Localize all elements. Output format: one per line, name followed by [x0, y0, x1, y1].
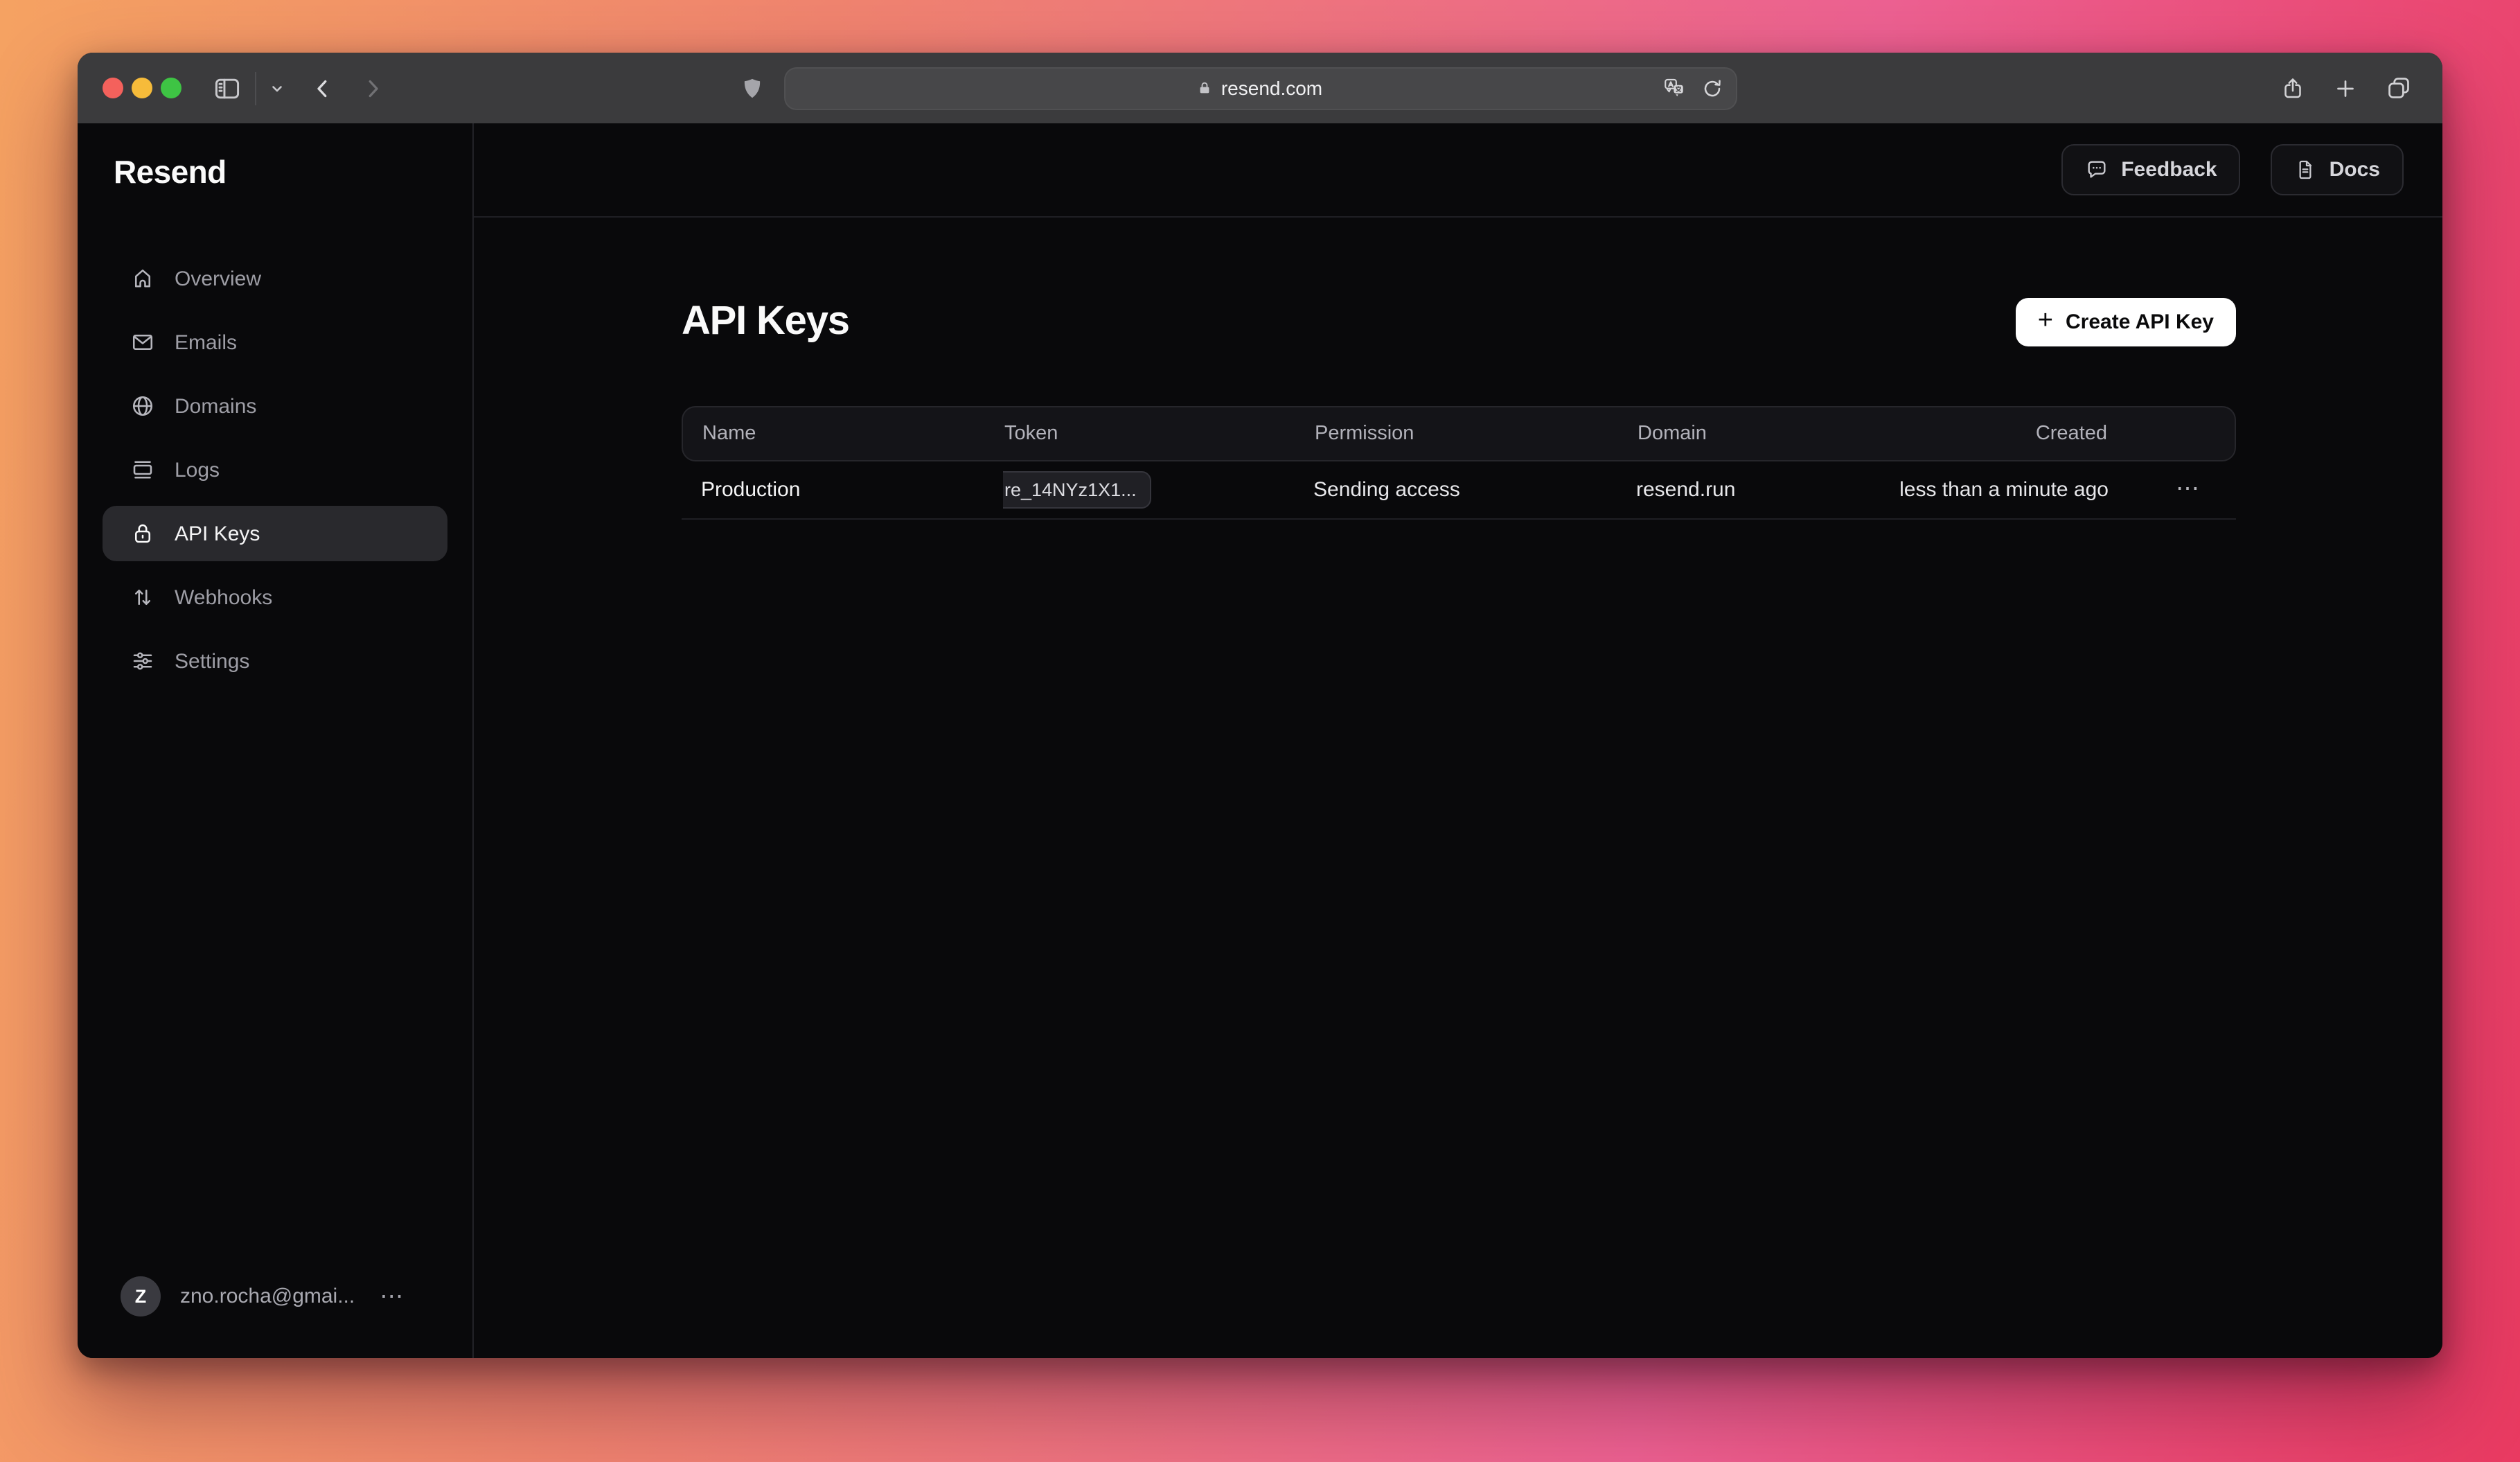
plus-icon: + — [2038, 308, 2053, 335]
column-header-token: Token — [1004, 423, 1315, 445]
table-header: Name Token Permission Domain Created — [682, 406, 2236, 461]
avatar[interactable]: Z — [121, 1276, 161, 1316]
translate-icon[interactable] — [1660, 76, 1687, 100]
row-actions-menu-icon[interactable]: ⋯ — [2139, 476, 2236, 504]
sidebar-item-logs[interactable]: Logs — [103, 442, 447, 497]
sidebar-nav: Overview Emails — [103, 251, 447, 689]
document-icon — [2295, 158, 2317, 182]
sidebar-item-webhooks[interactable]: Webhooks — [103, 570, 447, 625]
top-header: Feedback Docs — [474, 123, 2442, 218]
zoom-window-button[interactable] — [161, 78, 181, 98]
create-api-key-label: Create API Key — [2066, 311, 2214, 335]
mail-icon — [130, 330, 155, 355]
sidebar-toggle-icon[interactable] — [212, 73, 242, 103]
sidebar-item-overview[interactable]: Overview — [103, 251, 447, 306]
sidebar-item-label: Settings — [175, 649, 249, 673]
account-row[interactable]: Z zno.rocha@gmai... ⋯ — [103, 1276, 447, 1316]
account-email: zno.rocha@gmai... — [180, 1285, 355, 1308]
sidebar-item-domains[interactable]: Domains — [103, 378, 447, 434]
minimize-window-button[interactable] — [132, 78, 152, 98]
sidebar-item-emails[interactable]: Emails — [103, 315, 447, 370]
sidebar-item-label: Emails — [175, 331, 237, 354]
api-keys-table: Name Token Permission Domain Created Pro… — [682, 406, 2236, 520]
sidebar-item-label: API Keys — [175, 522, 260, 545]
url-text: resend.com — [1221, 77, 1322, 99]
stage: resend.com — [0, 0, 2520, 1462]
browser-titlebar: resend.com — [78, 53, 2442, 123]
tab-overview-icon[interactable] — [2386, 75, 2412, 101]
api-key-permission: Sending access — [1313, 478, 1636, 502]
column-header-domain: Domain — [1638, 423, 1887, 445]
page-title: API Keys — [682, 300, 849, 346]
traffic-lights — [103, 78, 181, 98]
chevron-down-icon[interactable] — [269, 80, 285, 96]
sidebar: Resend Overview — [78, 123, 474, 1358]
sidebar-item-label: Domains — [175, 394, 256, 418]
sidebar-item-label: Overview — [175, 267, 261, 290]
docs-button-label: Docs — [2330, 158, 2380, 182]
browser-window: resend.com — [78, 53, 2442, 1358]
logs-icon — [130, 457, 155, 482]
api-key-created: less than a minute ago — [1885, 478, 2139, 502]
privacy-shield-icon[interactable] — [740, 74, 765, 102]
resend-logo: Resend — [103, 154, 447, 191]
account-menu-icon[interactable]: ⋯ — [380, 1285, 403, 1308]
create-api-key-button[interactable]: + Create API Key — [2016, 299, 2236, 347]
reload-icon[interactable] — [1701, 77, 1723, 99]
forward-button[interactable] — [360, 76, 385, 100]
api-key-name: Production — [682, 478, 1003, 502]
new-tab-icon[interactable] — [2333, 76, 2358, 100]
api-key-token-cell: re_14NYz1X1... — [1003, 471, 1313, 509]
sidebar-item-label: Logs — [175, 458, 220, 482]
api-key-domain: resend.run — [1636, 478, 1885, 502]
sliders-icon — [130, 649, 155, 673]
back-button[interactable] — [310, 76, 335, 100]
table-row: Production re_14NYz1X1... Sending access… — [682, 461, 2236, 520]
main-panel: Feedback Docs — [474, 123, 2442, 1358]
docs-button[interactable]: Docs — [2271, 144, 2404, 195]
column-header-permission: Permission — [1315, 423, 1638, 445]
arrows-up-down-icon — [130, 585, 155, 610]
lock-icon — [130, 521, 155, 546]
sidebar-item-settings[interactable]: Settings — [103, 633, 447, 689]
home-icon — [130, 266, 155, 291]
feedback-button[interactable]: Feedback — [2061, 144, 2240, 195]
app-content: Resend Overview — [78, 123, 2442, 1358]
column-header-created: Created — [1887, 423, 2138, 445]
globe-icon — [130, 394, 155, 419]
share-icon[interactable] — [2280, 74, 2305, 102]
chat-bubble-icon — [2085, 158, 2109, 182]
sidebar-item-api-keys[interactable]: API Keys — [103, 506, 447, 561]
sidebar-item-label: Webhooks — [175, 585, 272, 609]
page-content: API Keys + Create API Key Name Token Per… — [474, 218, 2442, 520]
titlebar-divider — [255, 71, 256, 105]
lock-icon — [1198, 80, 1213, 96]
token-chip[interactable]: re_14NYz1X1... — [1003, 471, 1152, 509]
close-window-button[interactable] — [103, 78, 123, 98]
feedback-button-label: Feedback — [2121, 158, 2217, 182]
address-bar[interactable]: resend.com — [783, 67, 1737, 109]
column-header-name: Name — [683, 423, 1004, 445]
